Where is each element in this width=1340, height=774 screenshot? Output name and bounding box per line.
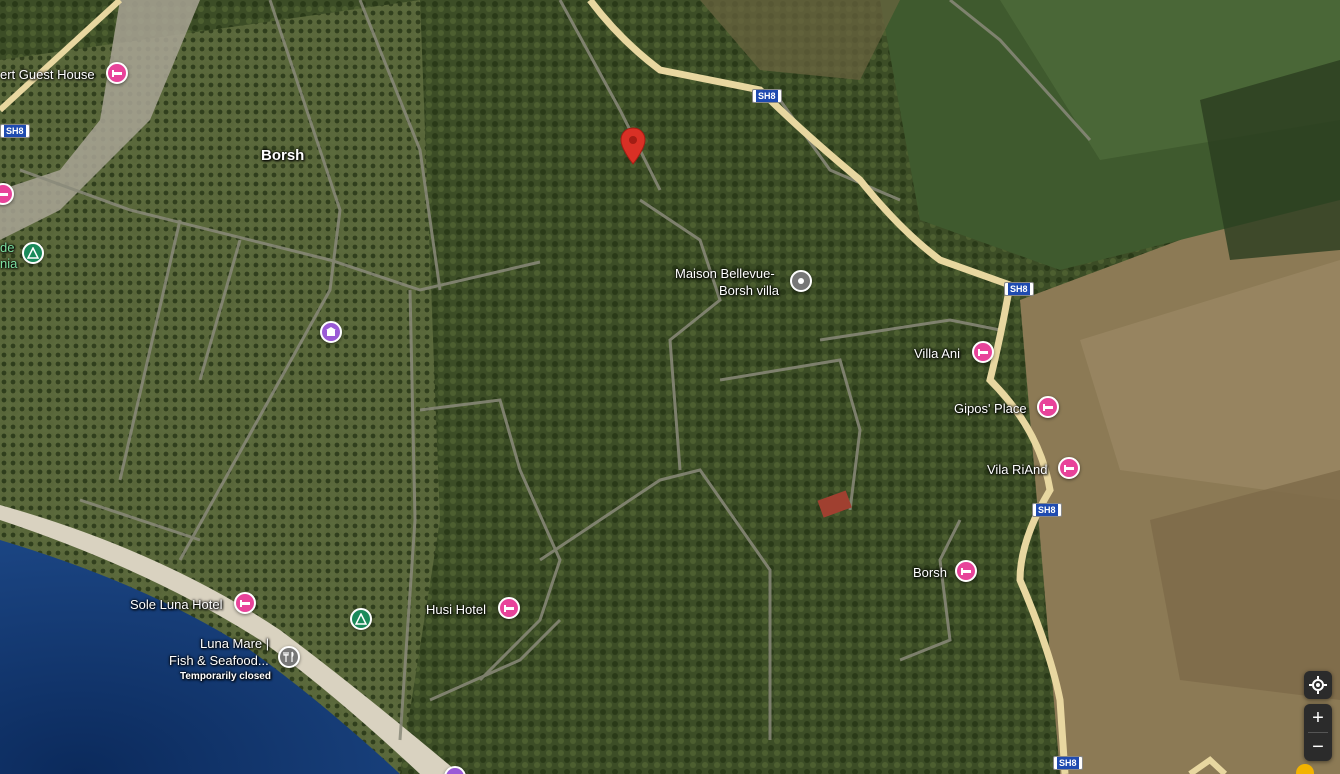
bed-icon — [0, 193, 8, 196]
zoom-out-button[interactable]: − — [1304, 733, 1332, 761]
poi-label[interactable]: Sole Luna Hotel — [130, 597, 223, 612]
hotel-pin[interactable] — [106, 62, 128, 84]
poi-status-label: Temporarily closed — [180, 671, 271, 682]
zoom-controls: + − — [1304, 704, 1332, 761]
hotel-pin[interactable] — [1037, 396, 1059, 418]
bed-icon — [1043, 404, 1053, 411]
hotel-pin[interactable] — [1058, 457, 1080, 479]
poi-label[interactable]: Husi Hotel — [426, 602, 486, 617]
hotel-pin[interactable] — [498, 597, 520, 619]
crosshair-icon — [1304, 671, 1332, 699]
poi-label[interactable]: Vila RiAnd — [987, 462, 1047, 477]
map-canvas[interactable]: SH8 SH8 SH8 SH8 SH8 ert Guest House Bors… — [0, 0, 1340, 774]
bed-icon — [978, 349, 988, 356]
road-shield: SH8 — [1004, 282, 1034, 296]
location-dot-icon — [798, 278, 804, 284]
poi-label[interactable]: nia — [0, 256, 17, 271]
my-location-button[interactable] — [1304, 671, 1332, 699]
poi-label[interactable]: Gipos' Place — [954, 401, 1027, 416]
bed-icon — [112, 70, 122, 77]
bed-icon — [961, 568, 971, 575]
town-label: Borsh — [261, 147, 305, 164]
poi-label[interactable]: Fish & Seafood... — [169, 653, 269, 668]
poi-label[interactable]: Borsh villa — [719, 283, 779, 298]
tent-icon — [27, 247, 39, 259]
tent-icon — [355, 613, 367, 625]
poi-label[interactable]: de — [0, 240, 14, 255]
poi-pin[interactable] — [790, 270, 812, 292]
bed-icon — [1064, 465, 1074, 472]
bed-icon — [240, 600, 250, 607]
hotel-pin[interactable] — [972, 341, 994, 363]
campground-pin[interactable] — [22, 242, 44, 264]
poi-label[interactable]: Borsh — [913, 565, 947, 580]
dropped-pin[interactable] — [620, 127, 646, 170]
map-pin-icon — [620, 127, 646, 165]
road-shield: SH8 — [1053, 756, 1083, 770]
road-shield: SH8 — [752, 89, 782, 103]
road-shield: SH8 — [0, 124, 30, 138]
fork-knife-icon — [283, 651, 294, 662]
poi-label[interactable]: Luna Mare | — [200, 636, 269, 651]
hotel-pin[interactable] — [234, 592, 256, 614]
poi-label[interactable]: ert Guest House — [0, 67, 95, 82]
bed-icon — [504, 605, 514, 612]
campground-pin[interactable] — [350, 608, 372, 630]
place-pin[interactable] — [320, 321, 342, 343]
road-shield: SH8 — [1032, 503, 1062, 517]
poi-label[interactable]: Maison Bellevue- — [675, 266, 775, 281]
landmark-icon — [326, 327, 336, 336]
poi-label[interactable]: Villa Ani — [914, 346, 960, 361]
hotel-pin[interactable] — [955, 560, 977, 582]
restaurant-pin[interactable] — [278, 646, 300, 668]
zoom-in-button[interactable]: + — [1304, 704, 1332, 732]
